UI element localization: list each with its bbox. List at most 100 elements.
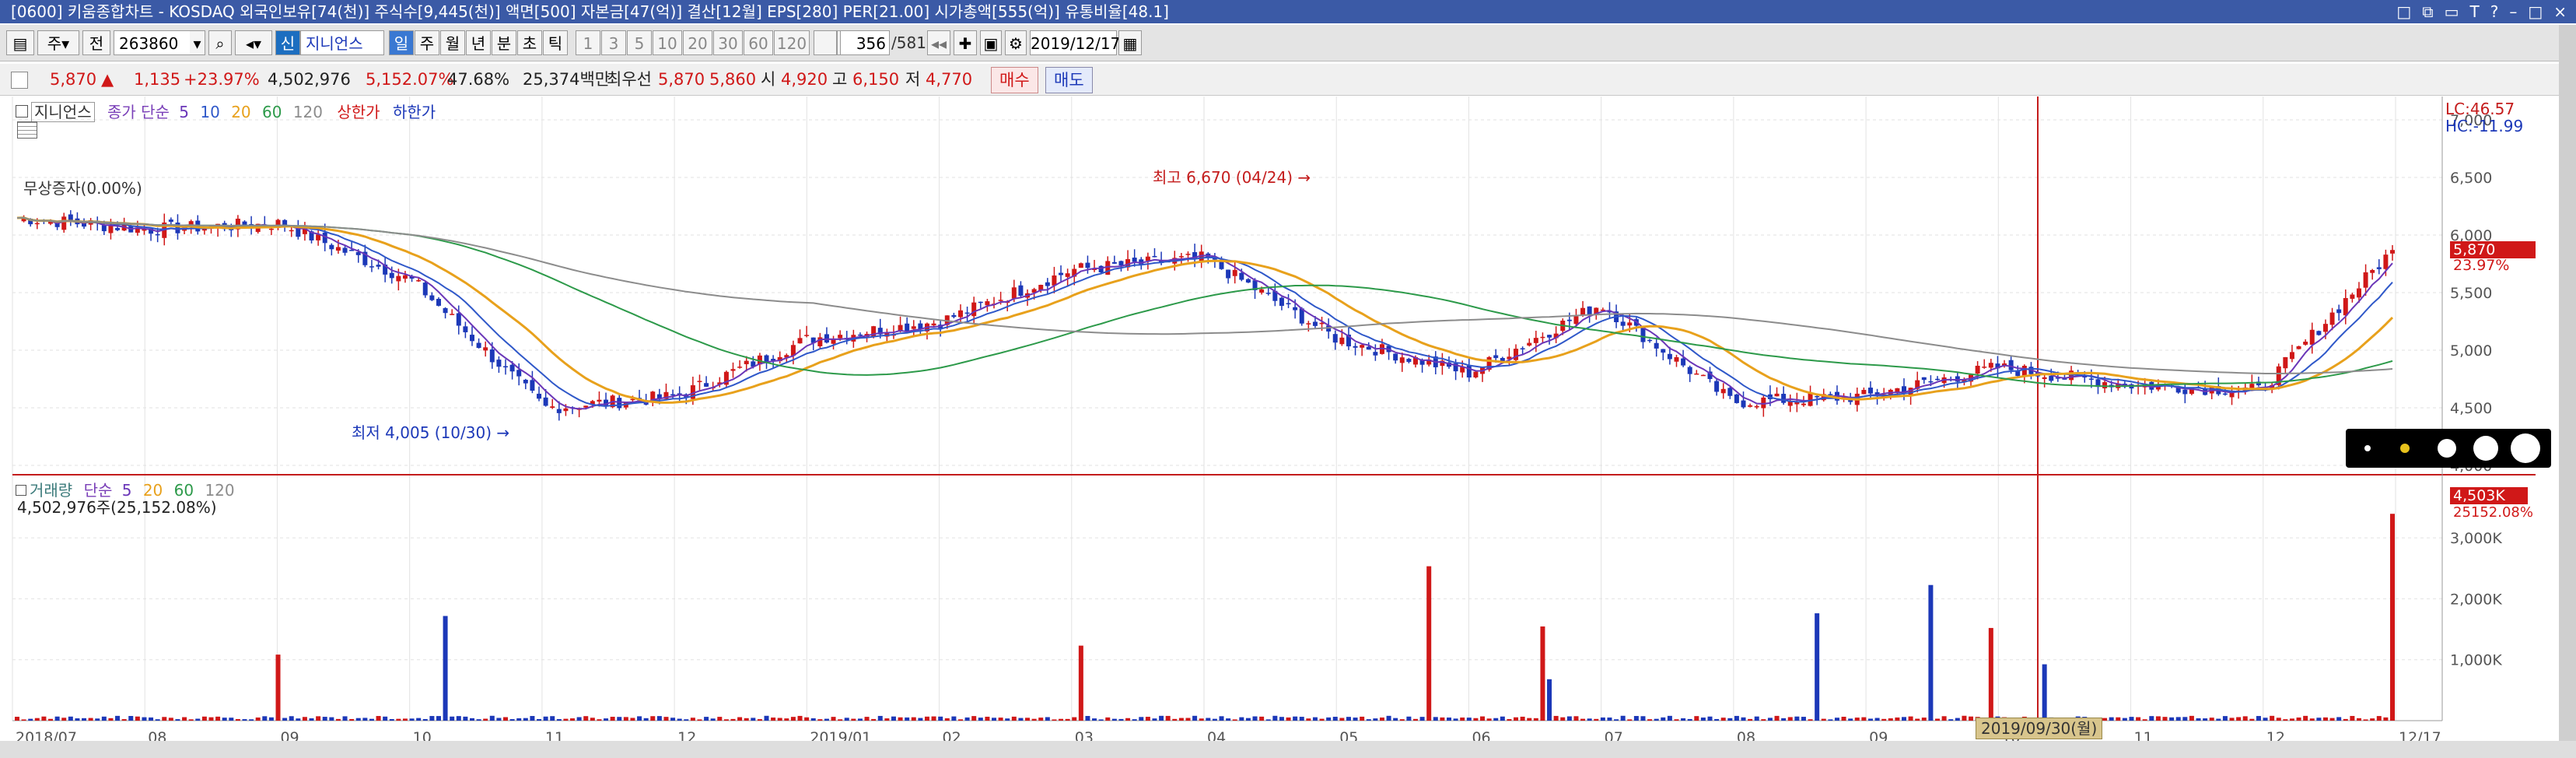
period-year-button[interactable]: 년 bbox=[466, 30, 491, 55]
close-icon[interactable]: × bbox=[2553, 0, 2567, 23]
candle-body bbox=[2376, 267, 2382, 269]
volume-bar bbox=[2149, 716, 2154, 721]
volume-bar bbox=[1600, 717, 1605, 721]
volume-bar bbox=[322, 717, 327, 721]
volume-bar bbox=[1185, 718, 1191, 721]
sound-icon[interactable]: ◂▾ bbox=[235, 30, 272, 55]
cross-icon[interactable]: ✚ bbox=[954, 30, 977, 55]
candle-body bbox=[978, 301, 983, 304]
maximize-icon[interactable]: □ bbox=[2528, 0, 2543, 23]
search-icon[interactable]: ⌕ bbox=[208, 30, 232, 55]
help-icon[interactable]: ? bbox=[2490, 0, 2499, 23]
candle-body bbox=[804, 335, 810, 336]
candle-body bbox=[268, 228, 274, 230]
tile-icon[interactable]: ⧉ bbox=[2422, 0, 2433, 23]
volume-bar bbox=[590, 718, 595, 721]
volume-box-icon[interactable] bbox=[16, 485, 26, 496]
volume-bar bbox=[1453, 718, 1458, 721]
legend-upper-limit[interactable]: 상한가 bbox=[337, 103, 380, 121]
minute-120-button[interactable]: 120 bbox=[774, 30, 810, 55]
turnover-rate: 47.68% bbox=[447, 70, 510, 89]
volume-bar bbox=[1265, 719, 1271, 721]
volume-bar bbox=[764, 715, 769, 721]
minute-1-button[interactable]: 1 bbox=[576, 30, 600, 55]
period-day-button[interactable]: 일 bbox=[389, 30, 414, 55]
code-dropdown-icon[interactable]: ▾ bbox=[190, 30, 205, 55]
calendar-icon[interactable]: ▦ bbox=[1118, 30, 1142, 55]
candle-body bbox=[2316, 331, 2322, 335]
gear-icon[interactable]: ⚙ bbox=[1005, 30, 1027, 55]
spin-empty-field[interactable] bbox=[814, 30, 837, 55]
legend-lower-limit[interactable]: 하한가 bbox=[393, 103, 436, 121]
table-icon[interactable] bbox=[17, 121, 37, 139]
minute-20-button[interactable]: 20 bbox=[683, 30, 712, 55]
minute-60-button[interactable]: 60 bbox=[744, 30, 773, 55]
quote-toggle-icon[interactable] bbox=[11, 72, 28, 89]
volume-bar bbox=[643, 718, 649, 721]
last-pct-tag: 23.97% bbox=[2453, 257, 2510, 274]
volume-bar bbox=[1560, 717, 1566, 721]
legend-ma-label[interactable]: 종가 단순 bbox=[107, 103, 170, 121]
volume-bar bbox=[369, 718, 374, 721]
volume-bar bbox=[436, 716, 441, 721]
bottom-scrollbar[interactable] bbox=[0, 741, 2576, 758]
volume-bar bbox=[777, 718, 782, 721]
layout-icon[interactable]: ▭ bbox=[2445, 0, 2459, 23]
dot-size-1-icon[interactable] bbox=[2364, 445, 2371, 451]
volume-bar bbox=[670, 718, 676, 721]
legend-box-icon[interactable] bbox=[16, 105, 28, 118]
volume-bar bbox=[2343, 718, 2348, 721]
open-price: 4,920 bbox=[781, 70, 828, 89]
shin-badge[interactable]: 신 bbox=[275, 30, 300, 55]
dot-size-3-icon[interactable] bbox=[2438, 439, 2456, 458]
save-icon[interactable]: ▣ bbox=[980, 30, 1002, 55]
date-input[interactable]: 2019/12/17 bbox=[1030, 30, 1120, 55]
legend-stock-name[interactable]: 지니언스 bbox=[31, 102, 95, 122]
period-week-button[interactable]: 주 bbox=[415, 30, 439, 55]
chart-area[interactable]: 2018/07 08 09 10 11 12 2019/01 02 03 04 05 06 07 08 09… bbox=[0, 97, 2576, 746]
volume-bar bbox=[1480, 716, 1486, 721]
dot-size-4-icon[interactable] bbox=[2473, 436, 2498, 461]
volume-bar bbox=[41, 716, 47, 721]
candle-body bbox=[1045, 282, 1050, 286]
volume-bar bbox=[2303, 715, 2308, 721]
restore-icon[interactable]: □ bbox=[2396, 0, 2411, 23]
candle-body bbox=[1111, 261, 1117, 264]
period-minute-button[interactable]: 분 bbox=[492, 30, 516, 55]
jeon-button[interactable]: 전 bbox=[82, 30, 110, 55]
minute-5-button[interactable]: 5 bbox=[627, 30, 652, 55]
period-month-button[interactable]: 월 bbox=[440, 30, 465, 55]
volume-bar bbox=[1172, 718, 1178, 721]
period-tick-button[interactable]: 틱 bbox=[543, 30, 568, 55]
volume-bar bbox=[2289, 718, 2294, 721]
minimize-icon[interactable]: – bbox=[2509, 0, 2517, 23]
scroll-left-icon[interactable]: ◂◂ bbox=[927, 30, 950, 55]
volume-bar bbox=[1199, 718, 1204, 721]
font-icon[interactable]: T bbox=[2469, 0, 2479, 23]
minute-30-button[interactable]: 30 bbox=[713, 30, 743, 55]
minute-10-button[interactable]: 10 bbox=[653, 30, 682, 55]
minute-3-button[interactable]: 3 bbox=[601, 30, 626, 55]
drawing-dot-palette[interactable] bbox=[2346, 429, 2551, 468]
data-count-input[interactable]: 356 bbox=[840, 30, 890, 55]
volume-bar bbox=[2236, 717, 2242, 721]
dot-size-5-icon[interactable] bbox=[2511, 433, 2540, 463]
type-select[interactable]: 주▾ bbox=[37, 30, 79, 55]
volume-bar bbox=[1661, 717, 1666, 721]
volume-bar bbox=[1640, 716, 1646, 721]
sell-button[interactable]: 매도 bbox=[1045, 67, 1093, 93]
stock-name-field[interactable]: 지니언스 bbox=[300, 30, 384, 55]
window-controls: □ ⧉ ▭ T ? – □ × bbox=[2396, 0, 2567, 23]
price-tick-label: 4,500 bbox=[2450, 400, 2492, 417]
candle-body bbox=[329, 244, 334, 250]
chart-setting-icon[interactable]: ▤ bbox=[6, 30, 34, 55]
legend-ma20: 20 bbox=[231, 103, 251, 121]
volume-bar bbox=[1854, 718, 1860, 721]
period-second-button[interactable]: 초 bbox=[517, 30, 542, 55]
volume-bar bbox=[2263, 718, 2268, 721]
buy-button[interactable]: 매수 bbox=[991, 67, 1038, 93]
volume-bar bbox=[1707, 716, 1713, 721]
volume-bar bbox=[1633, 716, 1639, 721]
dot-size-2-icon[interactable] bbox=[2400, 444, 2410, 453]
right-tool-strip[interactable] bbox=[2559, 25, 2576, 749]
